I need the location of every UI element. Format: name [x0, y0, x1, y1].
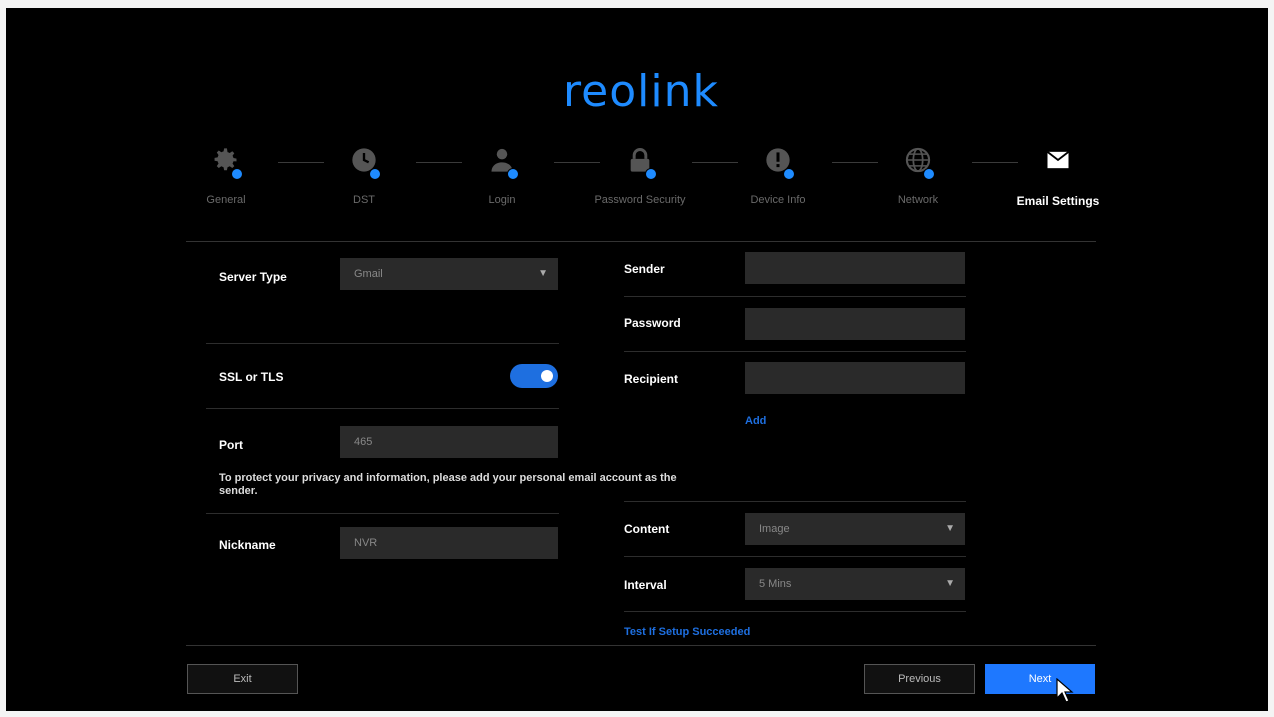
port-value: 465: [354, 436, 373, 448]
port-input[interactable]: 465: [340, 426, 558, 458]
port-label: Port: [219, 438, 243, 452]
row-divider: [624, 611, 966, 612]
row-divider: [624, 556, 966, 557]
row-divider: [206, 343, 559, 344]
nickname-label: Nickname: [219, 538, 276, 552]
server-type-select[interactable]: Gmail ▼: [340, 258, 558, 290]
step-label: General: [206, 194, 246, 206]
step-label: Email Settings: [1016, 194, 1100, 208]
chevron-down-icon: ▼: [945, 578, 955, 589]
lock-icon: [623, 146, 657, 180]
password-label: Password: [624, 316, 681, 330]
previous-button[interactable]: Previous: [864, 664, 975, 694]
completed-check-icon: [923, 168, 935, 180]
completed-check-icon: [369, 168, 381, 180]
interval-select[interactable]: 5 Mins ▼: [745, 568, 965, 600]
server-type-label: Server Type: [219, 270, 287, 284]
exit-button[interactable]: Exit: [187, 664, 298, 694]
row-divider: [206, 513, 559, 514]
row-divider: [624, 501, 966, 502]
chevron-down-icon: ▼: [945, 523, 955, 534]
step-general: General: [161, 146, 291, 206]
test-setup-link[interactable]: Test If Setup Succeeded: [624, 626, 750, 638]
completed-check-icon: [783, 168, 795, 180]
step-password-security: Password Security: [575, 146, 705, 206]
mouse-cursor-icon: [1056, 678, 1074, 703]
add-recipient-link[interactable]: Add: [745, 415, 766, 427]
sender-label: Sender: [624, 262, 665, 276]
clock-icon: [347, 146, 381, 180]
user-icon: [485, 146, 519, 180]
info-icon: [761, 146, 795, 180]
envelope-icon: [1041, 146, 1075, 180]
row-divider: [624, 296, 966, 297]
step-device-info: Device Info: [713, 146, 843, 206]
interval-value: 5 Mins: [759, 578, 792, 590]
step-label: Login: [488, 194, 516, 206]
step-label: DST: [353, 194, 375, 206]
next-button[interactable]: Next: [985, 664, 1095, 694]
content-label: Content: [624, 522, 670, 536]
toggle-knob: [541, 370, 553, 382]
chevron-down-icon: ▼: [538, 268, 548, 279]
step-network: Network: [853, 146, 983, 206]
completed-check-icon: [231, 168, 243, 180]
step-dst: DST: [299, 146, 429, 206]
step-label: Network: [897, 194, 939, 206]
step-email-settings: Email Settings: [993, 146, 1123, 208]
nickname-input[interactable]: NVR: [340, 527, 558, 559]
recipient-input[interactable]: [745, 362, 965, 394]
step-label: Password Security: [594, 194, 686, 206]
header-divider: [186, 241, 1096, 242]
sender-input[interactable]: [745, 252, 965, 284]
reolink-logo: reolink: [563, 66, 719, 117]
nickname-value: NVR: [354, 537, 378, 549]
password-input[interactable]: [745, 308, 965, 340]
globe-icon: [901, 146, 935, 180]
completed-check-icon: [507, 168, 519, 180]
recipient-label: Recipient: [624, 372, 679, 386]
interval-label: Interval: [624, 578, 667, 592]
privacy-note: To protect your privacy and information,…: [219, 472, 677, 497]
step-label: Device Info: [750, 194, 806, 206]
ssl-tls-toggle[interactable]: [510, 364, 558, 388]
step-login: Login: [437, 146, 567, 206]
gear-icon: [209, 146, 243, 180]
setup-wizard-screen: reolink General DST Login Password Secur…: [6, 8, 1268, 711]
footer-divider: [186, 645, 1096, 646]
row-divider: [624, 351, 966, 352]
completed-check-icon: [645, 168, 657, 180]
server-type-value: Gmail: [354, 268, 383, 280]
ssl-tls-label: SSL or TLS: [219, 370, 284, 384]
row-divider: [206, 408, 559, 409]
content-select[interactable]: Image ▼: [745, 513, 965, 545]
content-value: Image: [759, 523, 790, 535]
